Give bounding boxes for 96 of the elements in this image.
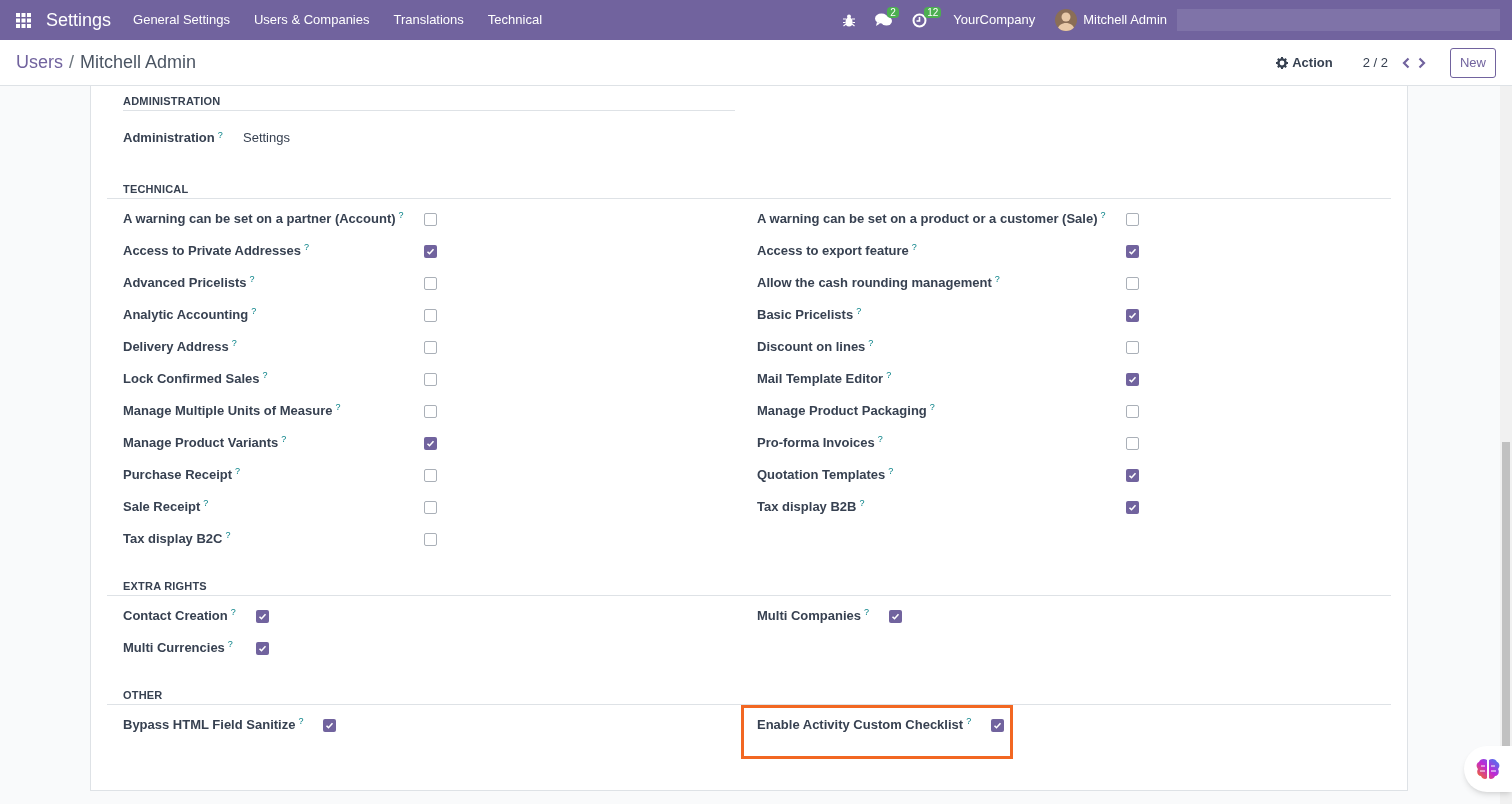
check-icon <box>1127 502 1137 512</box>
checkbox[interactable] <box>423 436 437 450</box>
scrollbar[interactable] <box>1500 86 1512 804</box>
check-icon <box>891 611 901 621</box>
field-label: Multi Companies $^{?}$ <box>757 605 870 626</box>
app-name-link[interactable]: Settings <box>46 6 122 34</box>
field-label: Bypass HTML Field Sanitize $^{?}$ <box>123 714 304 735</box>
check-icon <box>425 246 435 256</box>
check-icon <box>325 720 335 730</box>
checkbox[interactable] <box>423 340 437 354</box>
checkbox[interactable] <box>255 609 269 623</box>
check-icon <box>425 438 435 448</box>
field-label: A warning can be set on a partner (Account) $^{?}$ <box>123 208 404 229</box>
field-label: Quotation Templates $^{?}$ <box>757 464 895 485</box>
field-label: Tax display B2B $^{?}$ <box>757 496 866 517</box>
menu-item[interactable]: Users & Companies <box>241 0 382 40</box>
section-heading: ADMINISTRATION <box>123 93 222 109</box>
checkbox[interactable] <box>423 212 437 226</box>
action-button[interactable]: Action <box>1276 52 1333 73</box>
field-label: Delivery Address $^{?}$ <box>123 336 238 357</box>
checkbox[interactable] <box>423 500 437 514</box>
new-button[interactable]: New <box>1450 47 1496 78</box>
field-value: Settings <box>243 129 290 148</box>
field-label: Multi Currencies $^{?}$ <box>123 637 234 658</box>
field-label: Manage Product Packaging $^{?}$ <box>757 400 936 421</box>
pager-value: 2 / 2 <box>1362 53 1388 72</box>
field-label: Discount on lines $^{?}$ <box>757 336 875 357</box>
field-label: Basic Pricelists $^{?}$ <box>757 304 863 325</box>
check-icon <box>1127 374 1137 384</box>
checkbox[interactable] <box>1125 244 1139 258</box>
messages-button[interactable]: 2 <box>865 0 903 40</box>
field-label: Allow the cash rounding management $^{?}$ <box>757 272 1001 293</box>
checkbox[interactable] <box>423 468 437 482</box>
gear-icon <box>1276 56 1289 69</box>
field-label: A warning can be set on a product or a customer (Sale) $^{?}$ <box>757 208 1106 229</box>
checkbox[interactable] <box>423 308 437 322</box>
checkbox[interactable] <box>1125 276 1139 290</box>
field-label: Contact Creation $^{?}$ <box>123 605 236 626</box>
checkbox[interactable] <box>1125 404 1139 418</box>
user-menu[interactable]: Mitchell Admin <box>1045 0 1177 40</box>
counter-badge: 2 <box>887 7 899 18</box>
checkbox[interactable] <box>1125 340 1139 354</box>
grid-icon <box>15 12 31 28</box>
chevron-left-icon <box>1402 56 1410 69</box>
field-label: Mail Template Editor $^{?}$ <box>757 368 893 389</box>
checkbox[interactable] <box>1125 212 1139 226</box>
field-label: Purchase Receipt $^{?}$ <box>123 464 242 485</box>
checkbox[interactable] <box>255 641 269 655</box>
checkbox[interactable] <box>1125 500 1139 514</box>
field-label: Analytic Accounting $^{?}$ <box>123 304 258 325</box>
field-label: Tax display B2C $^{?}$ <box>123 528 232 549</box>
checkbox[interactable] <box>889 609 903 623</box>
breadcrumb-separator: / <box>69 51 75 74</box>
brain-icon <box>1476 758 1500 780</box>
field-label: Access to export feature $^{?}$ <box>757 240 918 261</box>
checkbox[interactable] <box>1125 372 1139 386</box>
section-heading: TECHNICAL <box>122 181 190 197</box>
checkbox[interactable] <box>1125 468 1139 482</box>
field-label: Pro-forma Invoices $^{?}$ <box>757 432 884 453</box>
breadcrumb-link[interactable]: Users <box>16 49 63 76</box>
checkbox[interactable] <box>423 404 437 418</box>
check-icon <box>1127 246 1137 256</box>
counter-badge: 12 <box>924 7 942 18</box>
field-label: Administration $^{?}$ <box>123 128 224 148</box>
menu-item[interactable]: Translations <box>381 0 476 40</box>
section-heading: OTHER <box>122 687 164 703</box>
checkbox[interactable] <box>1125 436 1139 450</box>
bug-icon <box>843 13 856 27</box>
checkbox[interactable] <box>423 532 437 546</box>
checkbox[interactable] <box>323 718 337 732</box>
check-icon <box>1127 310 1137 320</box>
breadcrumb-current: Mitchell Admin <box>80 51 197 74</box>
field-label: Enable Activity Custom Checklist $^{?}$ <box>757 714 972 735</box>
check-icon <box>257 643 267 653</box>
checkbox[interactable] <box>991 718 1005 732</box>
avatar-icon <box>1055 9 1078 31</box>
menu-item[interactable]: Technical <box>475 0 555 40</box>
clock-icon <box>912 12 928 28</box>
check-icon <box>993 720 1003 730</box>
check-icon <box>1127 470 1137 480</box>
field-label: Access to Private Addresses $^{?}$ <box>123 240 311 261</box>
checkbox[interactable] <box>1125 308 1139 322</box>
chevron-right-icon <box>1418 56 1426 69</box>
field-label: Advanced Pricelists $^{?}$ <box>123 272 256 293</box>
assistant-button[interactable] <box>1464 746 1512 792</box>
field-label: Manage Product Variants $^{?}$ <box>123 432 288 453</box>
section-heading: EXTRA RIGHTS <box>122 578 208 594</box>
field-label: Sale Receipt $^{?}$ <box>123 496 210 517</box>
checkbox[interactable] <box>423 372 437 386</box>
menu-item[interactable]: General Settings <box>121 0 242 40</box>
check-icon <box>257 611 267 621</box>
field-label: Manage Multiple Units of Measure $^{?}$ <box>123 400 342 421</box>
field-label: Lock Confirmed Sales $^{?}$ <box>123 368 269 389</box>
checkbox[interactable] <box>423 276 437 290</box>
help-tooltip-icon[interactable]: ? <box>217 129 223 140</box>
checkbox[interactable] <box>423 244 437 258</box>
